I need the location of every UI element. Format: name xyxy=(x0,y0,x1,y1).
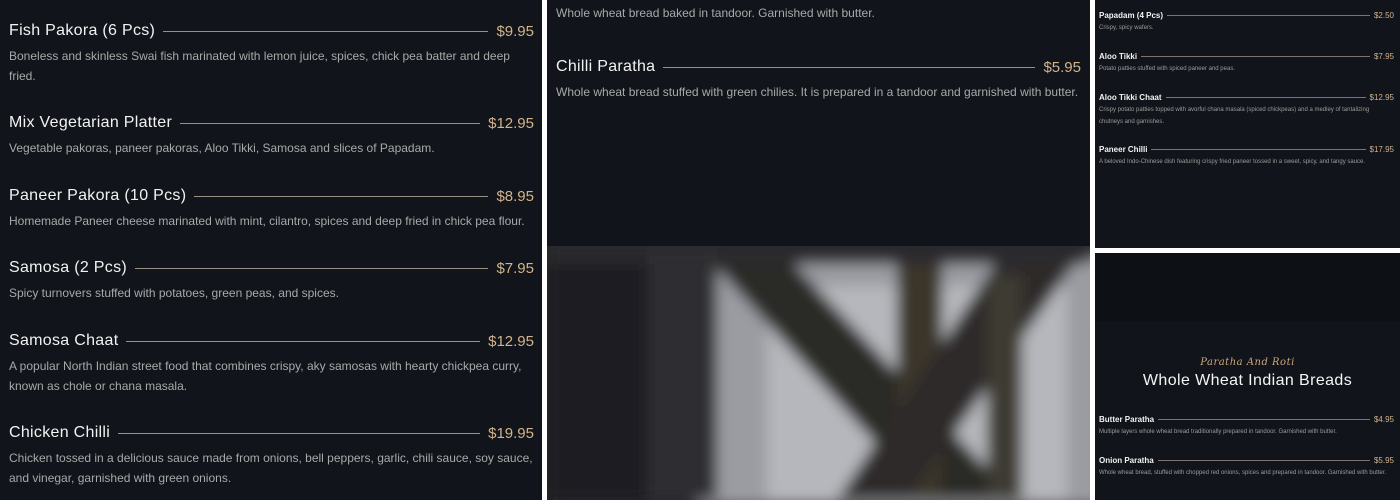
section-title: Whole Wheat Indian Breads xyxy=(1142,372,1353,389)
menu-item-price: $5.95 xyxy=(1373,456,1394,465)
menu-item-description: Multiple layers whole wheat bread tradit… xyxy=(1099,429,1337,435)
menu-item-description: Spicy turnovers stuffed with potatoes, g… xyxy=(9,286,339,300)
breads-panel: Whole wheat bread baked in tandoor. Garn… xyxy=(547,0,1090,500)
menu-item-name: Fish Pakora (6 Pcs) xyxy=(9,22,156,39)
menu-item-name: Mix Vegetarian Platter xyxy=(9,114,173,131)
menu-item-description: Crispy potato patties topped with avorfu… xyxy=(1099,107,1370,125)
section-header-band xyxy=(1095,253,1400,321)
menu-item[interactable]: Samosa Chaat $12.95 A popular North Indi… xyxy=(9,332,534,396)
menu-item-description: Crispy, spicy wafers. xyxy=(1099,25,1154,31)
menu-item-description: Whole wheat bread, stuffed with chopped … xyxy=(1099,470,1387,476)
menu-item-description: Homemade Paneer cheese marinated with mi… xyxy=(9,214,525,228)
menu-item-name: Chilli Paratha xyxy=(556,58,656,75)
snacks-panel: Papadam (4 Pcs) $2.50 Crispy, spicy wafe… xyxy=(1095,0,1400,248)
menu-item-price: $5.95 xyxy=(1043,58,1081,76)
menu-item[interactable]: Samosa (2 Pcs) $7.95 Spicy turnovers stu… xyxy=(9,259,534,303)
section-subtitle: Paratha And Roti xyxy=(1200,357,1295,368)
dotted-leader xyxy=(1157,460,1370,461)
dotted-leader xyxy=(118,432,481,434)
dotted-leader xyxy=(1158,419,1370,420)
menu-item[interactable]: Onion Paratha $5.95 Whole wheat bread, s… xyxy=(1099,456,1394,479)
menu-item-name: Paneer Pakora (10 Pcs) xyxy=(9,187,187,204)
menu-item-price: $9.95 xyxy=(496,22,534,40)
menu-item-price: $17.95 xyxy=(1369,145,1394,154)
menu-item-description: A popular North Indian street food that … xyxy=(9,359,522,393)
appetizers-panel: Fish Pakora (6 Pcs) $9.95 Boneless and s… xyxy=(0,0,542,500)
menu-item-price: $12.95 xyxy=(488,114,534,132)
menu-item-name: Butter Paratha xyxy=(1099,415,1155,424)
menu-item-description: Potato patties stuffed with spiced panee… xyxy=(1099,66,1235,72)
dotted-leader xyxy=(194,195,489,197)
menu-item[interactable]: Chicken Chilli $19.95 Chicken tossed in … xyxy=(9,424,534,488)
menu-item[interactable]: Aloo Tikki $7.95 Potato patties stuffed … xyxy=(1099,52,1394,75)
menu-item-header: Butter Paratha $4.95 xyxy=(1099,415,1394,424)
menu-item-price: $7.95 xyxy=(496,259,534,277)
menu-item[interactable]: Mix Vegetarian Platter $12.95 Vegetable … xyxy=(9,114,534,158)
dotted-leader xyxy=(180,122,481,124)
blurred-window-image xyxy=(547,246,1090,500)
menu-item-name: Chicken Chilli xyxy=(9,424,111,441)
menu-item-header: Paneer Chilli $17.95 xyxy=(1099,145,1394,154)
menu-item-description: Whole wheat bread stuffed with green chi… xyxy=(556,85,1079,99)
menu-item-description: Boneless and skinless Swai fish marinate… xyxy=(9,49,510,83)
menu-item-price: $12.95 xyxy=(488,332,534,350)
dotted-leader xyxy=(163,30,489,32)
menu-item-header: Chilli Paratha $5.95 xyxy=(556,58,1081,76)
menu-item-header: Paneer Pakora (10 Pcs) $8.95 xyxy=(9,187,534,205)
menu-item-price: $2.50 xyxy=(1373,11,1394,20)
menu-item-price: $7.95 xyxy=(1373,52,1394,61)
menu-item[interactable]: Butter Paratha $4.95 Multiple layers who… xyxy=(1099,415,1394,438)
menu-item-name: Samosa Chaat xyxy=(9,332,119,349)
menu-item-header: Samosa (2 Pcs) $7.95 xyxy=(9,259,534,277)
menu-item-header: Aloo Tikki $7.95 xyxy=(1099,52,1394,61)
menu-item-name: Aloo Tikki xyxy=(1099,52,1138,61)
menu-item[interactable]: Paneer Pakora (10 Pcs) $8.95 Homemade Pa… xyxy=(9,187,534,231)
dotted-leader xyxy=(1141,56,1370,57)
menu-item[interactable]: Chilli Paratha $5.95 Whole wheat bread s… xyxy=(556,58,1081,102)
dotted-leader xyxy=(1167,15,1370,16)
menu-item[interactable]: Fish Pakora (6 Pcs) $9.95 Boneless and s… xyxy=(9,22,534,86)
menu-item-header: Papadam (4 Pcs) $2.50 xyxy=(1099,11,1394,20)
menu-item-price: $19.95 xyxy=(488,424,534,442)
menu-item[interactable]: Aloo Tikki Chaat $12.95 Crispy potato pa… xyxy=(1099,93,1394,128)
menu-item-header: Samosa Chaat $12.95 xyxy=(9,332,534,350)
whole-wheat-breads-panel: Paratha And Roti Whole Wheat Indian Brea… xyxy=(1095,253,1400,500)
menu-item-name: Papadam (4 Pcs) xyxy=(1099,11,1164,20)
menu-item-name: Aloo Tikki Chaat xyxy=(1099,93,1162,102)
dotted-leader xyxy=(126,340,481,342)
menu-item-price: $12.95 xyxy=(1369,93,1394,102)
menu-item-price: $4.95 xyxy=(1373,415,1394,424)
menu-item-name: Onion Paratha xyxy=(1099,456,1154,465)
menu-item-name: Samosa (2 Pcs) xyxy=(9,259,128,276)
dotted-leader xyxy=(1165,97,1366,98)
menu-item-description: Whole wheat bread baked in tandoor. Garn… xyxy=(556,6,875,20)
dotted-leader xyxy=(663,66,1036,68)
menu-item-header: Mix Vegetarian Platter $12.95 xyxy=(9,114,534,132)
menu-item-name: Paneer Chilli xyxy=(1099,145,1148,154)
dotted-leader xyxy=(1151,149,1366,150)
menu-item-description: A beloved Indo-Chinese dish featuring cr… xyxy=(1099,159,1366,165)
menu-item-header: Aloo Tikki Chaat $12.95 xyxy=(1099,93,1394,102)
dotted-leader xyxy=(135,267,489,269)
menu-item-price: $8.95 xyxy=(496,187,534,205)
menu-item-header: Chicken Chilli $19.95 xyxy=(9,424,534,442)
menu-item-header: Onion Paratha $5.95 xyxy=(1099,456,1394,465)
menu-item-header: Fish Pakora (6 Pcs) $9.95 xyxy=(9,22,534,40)
menu-item[interactable]: Paneer Chilli $17.95 A beloved Indo-Chin… xyxy=(1099,145,1394,168)
menu-item-description: Chicken tossed in a delicious sauce made… xyxy=(9,451,533,485)
restaurant-photo xyxy=(547,246,1090,500)
menu-item[interactable]: Papadam (4 Pcs) $2.50 Crispy, spicy wafe… xyxy=(1099,11,1394,34)
menu-item-description: Vegetable pakoras, paneer pakoras, Aloo … xyxy=(9,141,435,155)
